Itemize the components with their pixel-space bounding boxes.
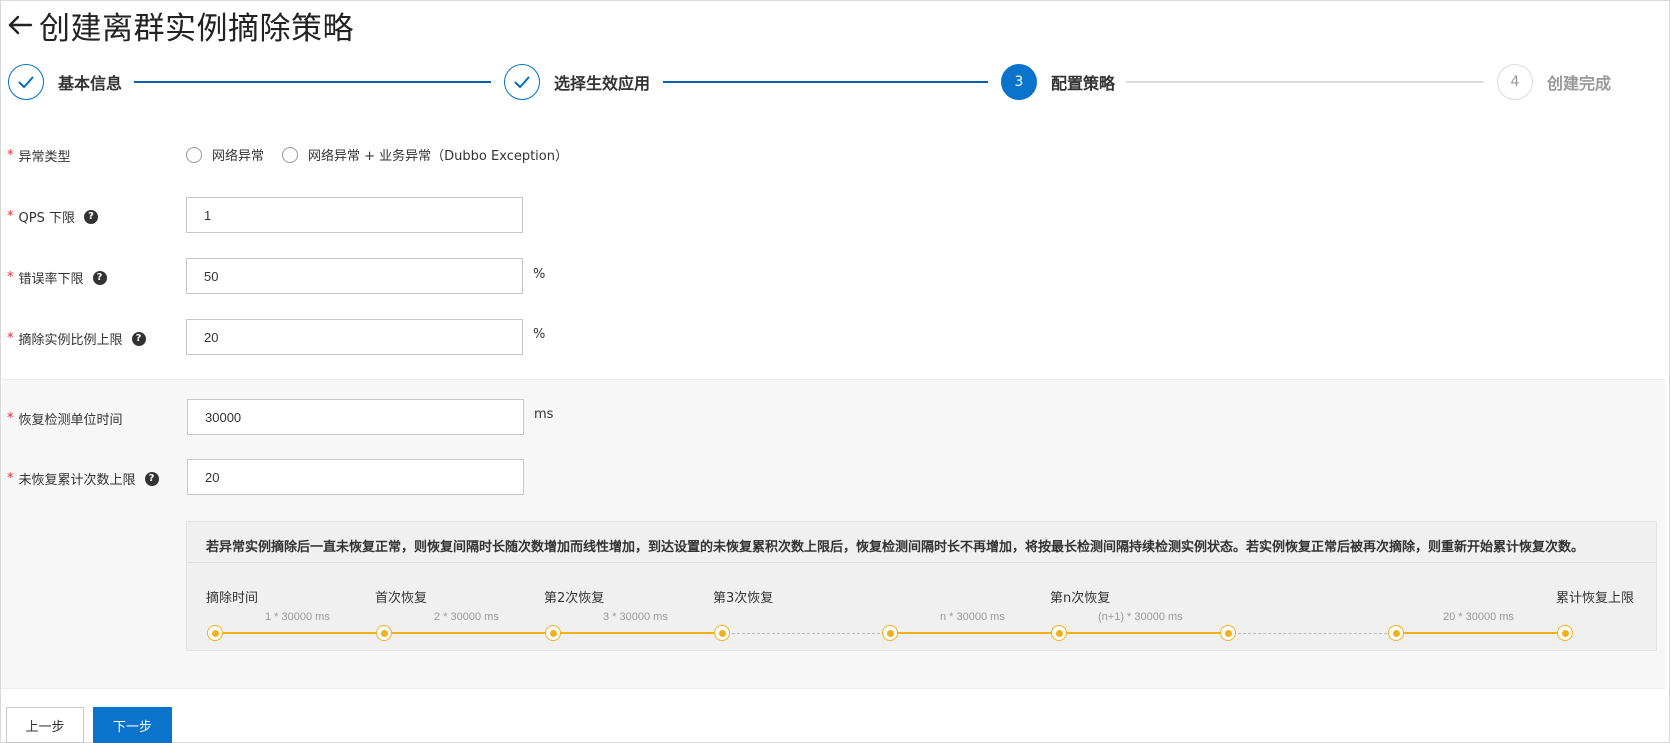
- timeline-node: [882, 625, 898, 641]
- label-text: 异常类型: [18, 150, 71, 165]
- timeline-node: [1220, 625, 1236, 641]
- timeline-interval: n * 30000 ms: [940, 611, 1005, 623]
- timeline-label: 第n次恢复: [1050, 591, 1111, 606]
- required-mark: *: [7, 471, 14, 486]
- next-button[interactable]: 下一步: [93, 707, 172, 743]
- radio-circle[interactable]: [282, 146, 299, 163]
- step-connector-2: [663, 81, 988, 83]
- required-mark: *: [7, 411, 14, 426]
- step-label: 基本信息: [58, 74, 123, 93]
- recovery-unit-unit: ms: [534, 407, 554, 422]
- timeline-node: [376, 625, 392, 641]
- exception-type-label: * 异常类型: [7, 146, 71, 165]
- check-icon: [8, 64, 44, 100]
- help-icon[interactable]: ?: [144, 471, 159, 486]
- error-rate-label: * 错误率下限 ?: [7, 268, 107, 287]
- timeline-label: 第2次恢复: [544, 591, 605, 606]
- timeline-label: 首次恢复: [375, 591, 428, 606]
- required-mark: *: [7, 331, 14, 346]
- radio-circle[interactable]: [186, 146, 202, 163]
- step-connector-1: [134, 81, 491, 83]
- step-label: 选择生效应用: [554, 74, 651, 93]
- label-text: 错误率下限: [18, 272, 84, 287]
- radio-network-business-exception[interactable]: 网络异常 + 业务异常（Dubbo Exception）: [282, 145, 568, 164]
- max-recovery-input[interactable]: [187, 459, 524, 495]
- timeline-interval: 20 * 30000 ms: [1443, 611, 1514, 623]
- eject-ratio-label: * 摘除实例比例上限 ?: [7, 329, 146, 348]
- back-arrow-icon[interactable]: [5, 10, 35, 40]
- timeline-node: [1051, 625, 1067, 641]
- divider: [187, 562, 1656, 563]
- max-recovery-label: * 未恢复累计次数上限 ?: [7, 469, 159, 488]
- qps-input[interactable]: [186, 197, 523, 233]
- timeline-dashed-segment: [722, 633, 890, 634]
- required-mark: *: [7, 270, 14, 285]
- recovery-unit-label: * 恢复检测单位时间: [7, 409, 123, 428]
- help-icon[interactable]: ?: [83, 209, 98, 224]
- step-complete: 4 创建完成: [1497, 63, 1611, 101]
- timeline-segment: [1397, 632, 1565, 634]
- label-text: QPS 下限: [18, 211, 75, 226]
- help-icon[interactable]: ?: [131, 331, 146, 346]
- exception-type-radio-group: 网络异常 网络异常 + 业务异常（Dubbo Exception）: [186, 145, 586, 164]
- step-basic-info: 基本信息: [8, 63, 122, 101]
- label-text: 摘除实例比例上限: [18, 333, 123, 348]
- step-select-app: 选择生效应用: [504, 63, 650, 101]
- radio-label: 网络异常 + 业务异常（Dubbo Exception）: [308, 149, 568, 164]
- prev-button[interactable]: 上一步: [6, 707, 84, 743]
- step-connector-3: [1126, 81, 1484, 83]
- timeline-segment: [216, 632, 722, 634]
- info-description: 若异常实例摘除后一直未恢复正常，则恢复间隔时长随次数增加而线性增加，到达设置的未…: [206, 540, 1585, 555]
- timeline-node: [545, 625, 561, 641]
- timeline-node: [207, 625, 223, 641]
- step-config-policy: 3 配置策略: [1001, 63, 1115, 101]
- step-indicator: 基本信息 选择生效应用 3 配置策略 4 创建完成: [1, 63, 1670, 103]
- step-number: 4: [1497, 64, 1533, 100]
- eject-ratio-unit: %: [533, 327, 546, 342]
- qps-label: * QPS 下限 ?: [7, 207, 98, 226]
- step-number: 3: [1001, 64, 1037, 100]
- radio-label: 网络异常: [212, 149, 265, 164]
- timeline-interval: (n+1) * 30000 ms: [1098, 611, 1183, 623]
- help-icon[interactable]: ?: [92, 270, 107, 285]
- page-container: 创建离群实例摘除策略 基本信息 选择生效应用 3 配置策略 4 创建完成 * 异…: [0, 0, 1670, 743]
- step-label: 配置策略: [1051, 74, 1116, 93]
- error-rate-input[interactable]: [186, 258, 523, 294]
- timeline-node: [1388, 625, 1404, 641]
- title-bar: 创建离群实例摘除策略: [5, 5, 354, 47]
- timeline-dashed-segment: [1228, 633, 1397, 634]
- recovery-unit-input[interactable]: [187, 399, 524, 435]
- timeline-node: [714, 625, 730, 641]
- timeline-label: 累计恢复上限: [1556, 591, 1635, 606]
- check-icon: [504, 64, 540, 100]
- timeline-label: 摘除时间: [206, 591, 259, 606]
- page-title: 创建离群实例摘除策略: [39, 10, 354, 47]
- timeline-interval: 1 * 30000 ms: [265, 611, 330, 623]
- label-text: 恢复检测单位时间: [18, 413, 123, 428]
- required-mark: *: [7, 148, 14, 163]
- label-text: 未恢复累计次数上限: [18, 473, 136, 488]
- timeline-label: 第3次恢复: [713, 591, 774, 606]
- step-label: 创建完成: [1547, 74, 1612, 93]
- required-mark: *: [7, 209, 14, 224]
- timeline-interval: 2 * 30000 ms: [434, 611, 499, 623]
- timeline-interval: 3 * 30000 ms: [603, 611, 668, 623]
- recovery-info-box: 若异常实例摘除后一直未恢复正常，则恢复间隔时长随次数增加而线性增加，到达设置的未…: [186, 521, 1657, 651]
- timeline-node: [1557, 625, 1573, 641]
- error-rate-unit: %: [533, 267, 546, 282]
- eject-ratio-input[interactable]: [186, 319, 523, 355]
- radio-network-exception[interactable]: 网络异常: [186, 145, 264, 164]
